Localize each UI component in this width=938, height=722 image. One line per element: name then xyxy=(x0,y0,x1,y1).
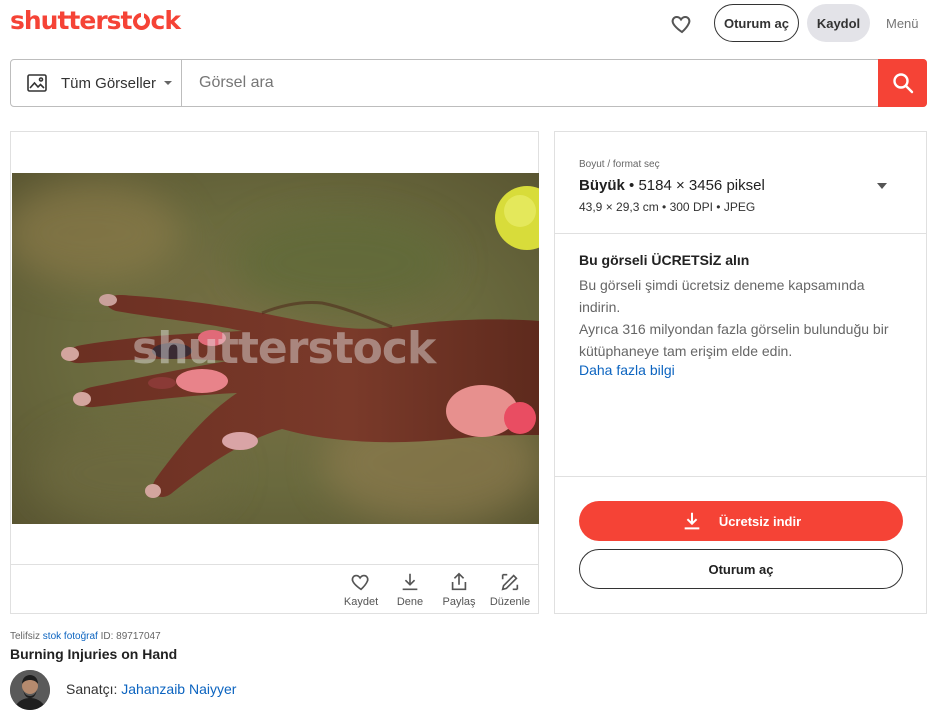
free-trial-title: Bu görseli ÜCRETSİZ alın xyxy=(579,252,750,268)
share-action-label: Paylaş xyxy=(442,596,476,608)
preview-image: shutterstock xyxy=(12,173,539,524)
free-trial-text-1: Bu görseli şimdi ücretsiz deneme kapsamı… xyxy=(579,277,865,315)
site-header: shutterst ck Oturum aç Kaydol Menü xyxy=(0,0,938,48)
more-info-link[interactable]: Daha fazla bilgi xyxy=(579,362,675,378)
artist-avatar[interactable] xyxy=(10,670,50,710)
free-trial-section: Bu görseli ÜCRETSİZ alın Bu görseli şimd… xyxy=(555,234,926,477)
size-name: Büyük xyxy=(579,177,625,194)
artist-prefix: Sanatçı: xyxy=(66,681,118,697)
save-action[interactable]: Kaydet xyxy=(337,571,385,611)
try-action-label: Dene xyxy=(396,596,424,608)
search-icon xyxy=(892,73,913,94)
size-details: 43,9 × 29,3 cm • 300 DPI • JPEG xyxy=(579,200,756,214)
share-icon xyxy=(451,572,467,591)
download-icon xyxy=(402,573,418,591)
stock-photo-link[interactable]: stok fotoğraf xyxy=(43,631,98,642)
login-button[interactable]: Oturum aç xyxy=(714,4,799,42)
chevron-down-icon xyxy=(164,81,173,85)
free-download-label: Ücretsiz indir xyxy=(718,513,802,529)
size-selection: Büyük • 5184 × 3456 piksel xyxy=(579,177,765,194)
edit-action-label: Düzenle xyxy=(489,596,531,608)
image-icon xyxy=(27,74,47,92)
artist-link[interactable]: Jahanzaib Naiyyer xyxy=(121,681,236,697)
signup-button[interactable]: Kaydol xyxy=(807,4,870,42)
free-trial-text-2: Ayrıca 316 milyondan fazla görselin bulu… xyxy=(579,321,889,359)
search-input[interactable] xyxy=(183,60,879,106)
size-pixels: 5184 × 3456 piksel xyxy=(638,177,765,194)
image-meta: Telifsiz stok fotoğraf ID: 89717047 xyxy=(10,631,161,642)
size-format-select[interactable]: Boyut / format seç Büyük • 5184 × 3456 p… xyxy=(555,132,926,234)
save-action-label: Kaydet xyxy=(343,596,379,608)
try-action[interactable]: Dene xyxy=(386,571,434,611)
free-download-button[interactable]: Ücretsiz indir xyxy=(579,501,903,541)
image-preview-panel: shutterstock Kaydet Dene Paylaş Düzenle xyxy=(10,131,539,614)
image-type-label: Tüm Görseller xyxy=(61,74,157,92)
size-caption: Boyut / format seç xyxy=(579,159,660,170)
image-actions-bar: Kaydet Dene Paylaş Düzenle xyxy=(11,564,538,614)
free-trial-text: Bu görseli şimdi ücretsiz deneme kapsamı… xyxy=(579,274,899,362)
menu-link[interactable]: Menü xyxy=(886,16,919,31)
license-panel: Boyut / format seç Büyük • 5184 × 3456 p… xyxy=(554,131,927,614)
chevron-down-icon xyxy=(877,183,887,189)
meta-prefix: Telifsiz xyxy=(10,631,41,642)
favorites-heart-icon[interactable] xyxy=(670,12,694,36)
heart-icon xyxy=(351,574,369,591)
panel-login-button[interactable]: Oturum aç xyxy=(579,549,903,589)
edit-action[interactable]: Düzenle xyxy=(486,571,534,611)
image-id: ID: 89717047 xyxy=(100,631,161,642)
shutterstock-logo[interactable]: shutterst ck xyxy=(10,6,181,35)
search-bar: Tüm Görseller xyxy=(10,59,927,107)
search-button[interactable] xyxy=(878,59,927,107)
share-action[interactable]: Paylaş xyxy=(435,571,483,611)
image-type-select[interactable]: Tüm Görseller xyxy=(11,60,182,106)
watermark-text: shutterstock xyxy=(132,323,436,374)
image-title: Burning Injuries on Hand xyxy=(10,646,178,662)
download-icon xyxy=(684,512,700,530)
edit-icon xyxy=(501,573,519,591)
artist-credit: Sanatçı: Jahanzaib Naiyyer xyxy=(66,681,236,697)
